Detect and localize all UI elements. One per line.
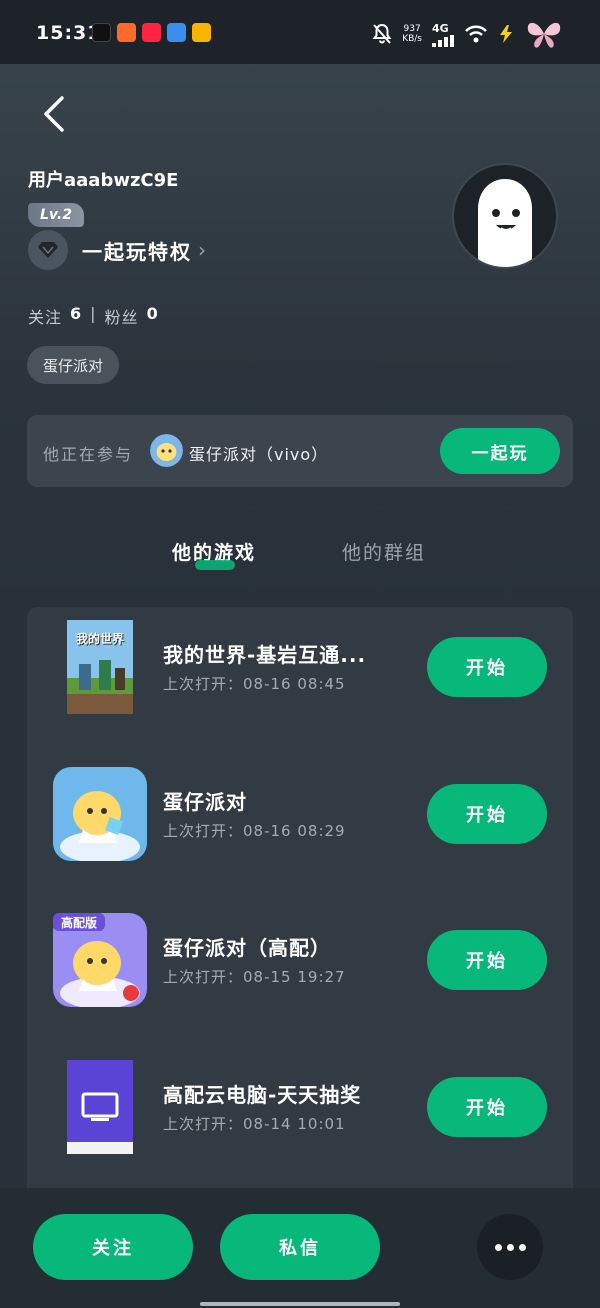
game-tag-chip[interactable]: 蛋仔派对	[27, 346, 120, 384]
eggy-party-thumbnail	[53, 767, 147, 863]
fans-count[interactable]: 0	[147, 304, 159, 328]
status-bar: 15:31 937 KB/s 4G	[0, 0, 600, 64]
game-title: 蛋仔派对	[163, 790, 247, 814]
game-last-opened: 上次打开：08-16 08:45	[163, 675, 346, 693]
level-badge: Lv.2	[28, 203, 84, 227]
wifi-icon	[465, 25, 487, 43]
game-last-opened: 上次打开：08-14 10:01	[163, 1115, 346, 1133]
tab-his-groups[interactable]: 他的群组	[342, 538, 426, 565]
charging-icon	[500, 25, 512, 43]
diamond-icon	[28, 230, 68, 270]
game-last-opened: 上次打开：08-15 19:27	[163, 968, 346, 986]
now-playing-card: 他正在参与 蛋仔派对（vivo） 一起玩	[27, 415, 573, 487]
playing-prefix: 他正在参与	[43, 445, 134, 464]
cloud-pc-thumbnail	[53, 1060, 147, 1154]
speed-unit: KB/s	[402, 34, 422, 44]
list-item[interactable]: 高配云电脑-天天抽奖 上次打开：08-14 10:01 开始	[27, 1047, 573, 1167]
list-item[interactable]: 高配版 蛋仔派对（高配） 上次打开：08-15 19:27 开始	[27, 900, 573, 1020]
bottom-action-bar: 关注 私信	[0, 1188, 600, 1308]
home-indicator[interactable]	[200, 1302, 400, 1306]
start-button[interactable]: 开始	[427, 784, 547, 844]
start-button[interactable]: 开始	[427, 930, 547, 990]
list-item[interactable]: 我的世界 我的世界-基岩互通... 上次打开：08-16 08:45 开始	[27, 607, 573, 727]
game-title: 我的世界-基岩互通...	[163, 643, 367, 667]
username: 用户aaabwzC9E	[28, 170, 179, 191]
vip-privilege-link[interactable]: 一起玩特权 ›	[28, 230, 206, 270]
eggy-party-hd-thumbnail: 高配版	[53, 913, 147, 1009]
tiktok-icon	[92, 23, 111, 42]
more-dot	[518, 1243, 526, 1251]
status-right: 937 KB/s 4G	[372, 18, 564, 50]
minecraft-thumbnail: 我的世界	[53, 620, 147, 714]
vip-label: 一起玩特权	[82, 239, 192, 264]
more-button[interactable]	[477, 1214, 543, 1280]
chevron-right-icon: ›	[198, 238, 206, 262]
app-blue-icon	[167, 23, 186, 42]
game-title: 高配云电脑-天天抽奖	[163, 1083, 362, 1107]
follow-label: 关注	[28, 308, 63, 327]
minecraft-thumb-text: 我的世界	[75, 632, 124, 646]
follow-count[interactable]: 6	[70, 304, 82, 328]
stats-divider: |	[90, 304, 97, 323]
list-item[interactable]: 蛋仔派对 上次打开：08-16 08:29 开始	[27, 754, 573, 874]
game-last-opened: 上次打开：08-16 08:29	[163, 822, 346, 840]
chevron-left-icon	[44, 96, 64, 132]
butterfly-battery-icon	[527, 22, 561, 48]
follow-stats: 关注 6 | 粉丝 0	[28, 304, 159, 328]
speed-value: 937	[403, 24, 421, 34]
network-type: 4G	[432, 21, 449, 35]
weibo-icon	[192, 23, 211, 42]
start-button[interactable]: 开始	[427, 1077, 547, 1137]
eggy-party-small-icon	[150, 434, 183, 467]
play-together-button[interactable]: 一起玩	[440, 428, 560, 474]
playing-game-name[interactable]: 蛋仔派对（vivo）	[189, 441, 328, 465]
cell-signal: 4G	[432, 22, 454, 47]
back-button[interactable]	[36, 92, 76, 136]
ghost-avatar-icon	[478, 179, 532, 267]
status-app-icons	[92, 23, 211, 42]
fans-label: 粉丝	[104, 308, 139, 327]
follow-button[interactable]: 关注	[33, 1214, 193, 1280]
xiaohongshu-icon	[142, 23, 161, 42]
more-dots-icon	[494, 1243, 502, 1251]
mute-bell-icon	[372, 23, 392, 44]
avatar[interactable]	[452, 163, 558, 269]
signal-bars-icon	[432, 34, 454, 47]
network-speed: 937 KB/s	[402, 24, 422, 44]
app-orange-icon	[117, 23, 136, 42]
start-button[interactable]: 开始	[427, 637, 547, 697]
game-title: 蛋仔派对（高配）	[163, 936, 331, 960]
tab-indicator	[195, 560, 235, 570]
more-dot	[506, 1243, 514, 1251]
hd-badge-text: 高配版	[60, 916, 97, 930]
message-button[interactable]: 私信	[220, 1214, 380, 1280]
